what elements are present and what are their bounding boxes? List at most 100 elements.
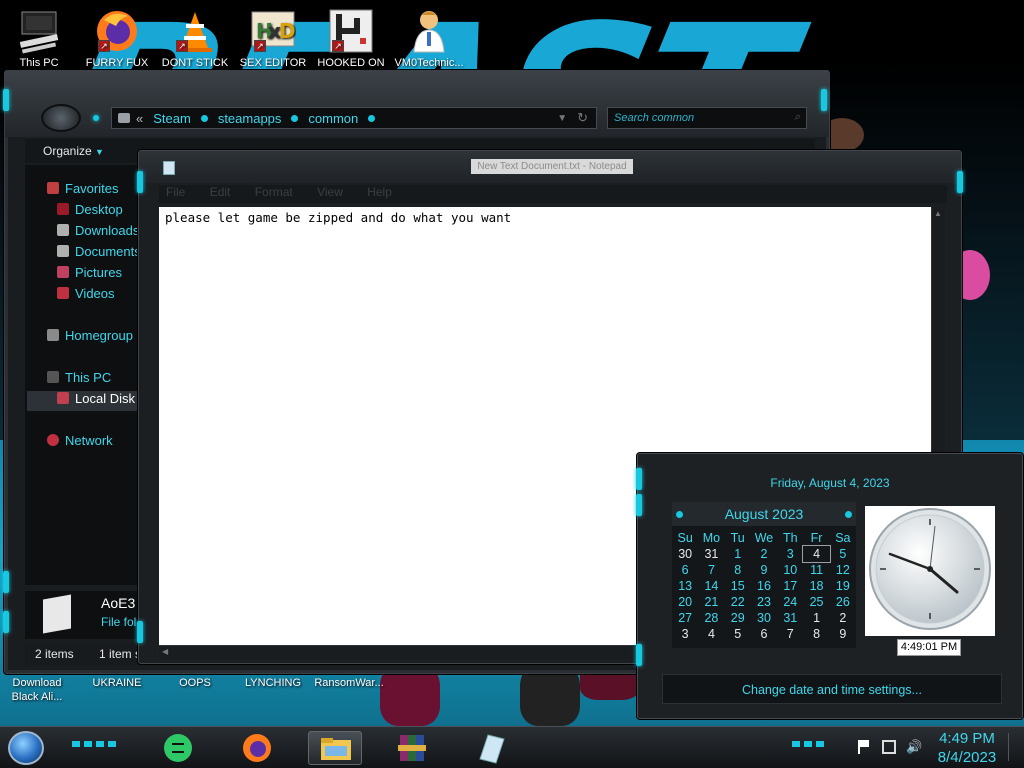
calendar-day[interactable]: 12: [830, 562, 856, 578]
calendar-day[interactable]: 5: [725, 626, 751, 642]
calendar-day[interactable]: 6: [672, 562, 698, 578]
previous-month-icon[interactable]: [676, 511, 683, 518]
calendar-day[interactable]: 7: [698, 562, 724, 578]
calendar-day[interactable]: 13: [672, 578, 698, 594]
calendar-day[interactable]: 3: [777, 546, 803, 562]
calendar-day[interactable]: 8: [725, 562, 751, 578]
calendar-day[interactable]: 27: [672, 610, 698, 626]
calendar-day[interactable]: 31: [777, 610, 803, 626]
long-date[interactable]: Friday, August 4, 2023: [638, 476, 1022, 490]
calendar-day[interactable]: 14: [698, 578, 724, 594]
start-button[interactable]: [8, 731, 44, 765]
calendar-day[interactable]: 22: [725, 594, 751, 610]
menu-edit[interactable]: Edit: [210, 185, 231, 199]
month-label[interactable]: August 2023: [725, 506, 804, 522]
change-date-time-settings-link[interactable]: Change date and time settings...: [662, 674, 1002, 704]
calendar-day[interactable]: 2: [830, 610, 856, 626]
desktop-icon-furry-fux[interactable]: ↗ FURRY FUX: [80, 8, 154, 69]
calendar-day-today[interactable]: 4: [802, 545, 831, 563]
scroll-up-icon[interactable]: ▲: [934, 209, 942, 218]
calendar-day[interactable]: 6: [751, 626, 777, 642]
desktop-icon-ukraine[interactable]: UKRAINE: [82, 676, 152, 690]
desktop-icon-this-pc[interactable]: This PC: [2, 8, 76, 69]
nav-item-downloads[interactable]: Downloads: [57, 223, 139, 243]
breadcrumb-separator-icon[interactable]: [368, 114, 376, 122]
desktop-icon-oops[interactable]: OOPS: [160, 676, 230, 690]
back-forward-orb-icon[interactable]: [41, 104, 81, 132]
nav-item-videos[interactable]: Videos: [57, 286, 115, 306]
calendar-day[interactable]: 1: [803, 610, 829, 626]
calendar-day[interactable]: 9: [751, 562, 777, 578]
nav-item-favorites[interactable]: Favorites: [47, 181, 118, 201]
calendar-day[interactable]: 15: [725, 578, 751, 594]
volume-icon[interactable]: 🔊: [906, 740, 922, 754]
nav-item-documents[interactable]: Documents: [57, 244, 141, 264]
breadcrumb-separator-icon[interactable]: [200, 114, 208, 122]
nav-item-this-pc[interactable]: This PC: [47, 370, 111, 390]
nav-item-local-disk[interactable]: Local Disk: [27, 391, 143, 411]
menu-file[interactable]: File: [166, 185, 185, 199]
nav-item-network[interactable]: Network: [47, 433, 113, 453]
search-input[interactable]: Search common ⌕: [607, 107, 807, 129]
nav-item-desktop[interactable]: Desktop: [57, 202, 123, 222]
calendar-day[interactable]: 4: [698, 626, 724, 642]
organize-button[interactable]: Organize ▼: [43, 144, 104, 158]
nav-item-homegroup[interactable]: Homegroup: [47, 328, 133, 348]
calendar-day[interactable]: 7: [777, 626, 803, 642]
calendar-day[interactable]: 21: [698, 594, 724, 610]
refresh-icon[interactable]: ↻: [577, 110, 588, 126]
menu-help[interactable]: Help: [367, 185, 392, 199]
taskbar-app-winrar[interactable]: [386, 731, 440, 765]
calendar-day[interactable]: 5: [830, 546, 856, 562]
taskbar-app-explorer[interactable]: [308, 731, 362, 765]
calendar-day[interactable]: 29: [725, 610, 751, 626]
calendar-day[interactable]: 17: [777, 578, 803, 594]
calendar-day[interactable]: 16: [751, 578, 777, 594]
network-tray-icon[interactable]: [882, 740, 896, 754]
calendar-day[interactable]: 18: [803, 578, 829, 594]
menu-format[interactable]: Format: [255, 185, 293, 199]
taskbar-app-notes[interactable]: [152, 731, 206, 765]
calendar-day[interactable]: 19: [830, 578, 856, 594]
calendar-day[interactable]: 11: [803, 562, 829, 578]
calendar-day[interactable]: 3: [672, 626, 698, 642]
address-bar[interactable]: « Steam steamapps common ▼ ↻: [111, 107, 597, 129]
calendar-day[interactable]: 31: [698, 546, 724, 562]
desktop-icon-ransomware[interactable]: RansomWar...: [314, 676, 384, 690]
menu-view[interactable]: View: [317, 185, 343, 199]
breadcrumb-common[interactable]: common: [308, 111, 358, 126]
desktop-icon-lynching[interactable]: LYNCHING: [238, 676, 308, 690]
calendar-day[interactable]: 9: [830, 626, 856, 642]
show-desktop-button[interactable]: [1008, 733, 1022, 761]
calendar-day[interactable]: 1: [725, 546, 751, 562]
calendar-day[interactable]: 26: [830, 594, 856, 610]
breadcrumb-steamapps[interactable]: steamapps: [218, 111, 282, 126]
next-month-icon[interactable]: [845, 511, 852, 518]
desktop-icon-download-black-ali[interactable]: Download Black Ali...: [2, 676, 72, 704]
taskbar-app-firefox[interactable]: [230, 731, 284, 765]
calendar-day[interactable]: 8: [803, 626, 829, 642]
taskbar-clock[interactable]: 4:49 PM 8/4/2023: [932, 729, 1002, 767]
calendar-day[interactable]: 20: [672, 594, 698, 610]
desktop-icon-vm0technic[interactable]: VM0Technic...: [392, 8, 466, 69]
scroll-left-icon[interactable]: ◀: [162, 647, 168, 656]
nav-item-pictures[interactable]: Pictures: [57, 265, 122, 285]
calendar-day[interactable]: 30: [751, 610, 777, 626]
notepad-titlebar[interactable]: New Text Document.txt - Notepad: [139, 151, 961, 183]
calendar-day[interactable]: 25: [803, 594, 829, 610]
action-center-flag-icon[interactable]: [858, 740, 872, 754]
breadcrumb-steam[interactable]: Steam: [153, 111, 191, 126]
breadcrumb-separator-icon[interactable]: [291, 114, 299, 122]
taskbar-app-notepad[interactable]: [464, 731, 518, 765]
calendar-day[interactable]: 23: [751, 594, 777, 610]
calendar-day[interactable]: 24: [777, 594, 803, 610]
desktop-icon-hooked-on[interactable]: ↗ HOOKED ON: [314, 8, 388, 69]
desktop-icon-sex-editor[interactable]: HxD ↗ SEX EDITOR: [236, 8, 310, 69]
calendar-day[interactable]: 10: [777, 562, 803, 578]
calendar-day[interactable]: 2: [751, 546, 777, 562]
chevron-down-icon[interactable]: ▼: [557, 113, 567, 124]
breadcrumb-overflow-icon[interactable]: «: [136, 111, 143, 126]
calendar-day[interactable]: 30: [672, 546, 698, 562]
calendar-day[interactable]: 28: [698, 610, 724, 626]
desktop-icon-dont-stick[interactable]: ↗ DONT STICK: [158, 8, 232, 69]
